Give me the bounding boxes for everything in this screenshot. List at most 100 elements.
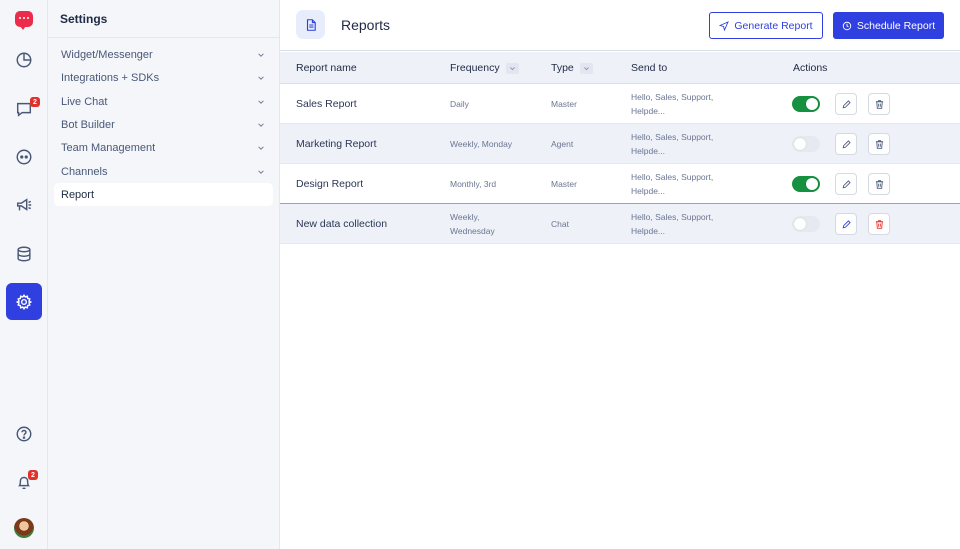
report-enabled-toggle[interactable]	[792, 176, 820, 192]
send-to-line: Helpde...	[631, 106, 666, 116]
chevron-down-icon	[258, 169, 264, 174]
frequency-line: Weekly,	[450, 212, 480, 222]
frequency-cell: Weekly, Monday	[450, 137, 512, 151]
divider	[48, 37, 280, 38]
report-name: Sales Report	[296, 98, 357, 110]
table-row[interactable]: Design Report Monthly, 3rd Master Hello,…	[280, 164, 960, 204]
frequency-line: Daily	[450, 99, 469, 109]
column-header-send-to: Send to	[631, 62, 667, 74]
column-header-actions: Actions	[793, 62, 827, 74]
notifications-bell-icon[interactable]: 2	[6, 464, 42, 500]
chevron-down-icon	[258, 52, 264, 57]
send-to-cell: Hello, Sales, Support, Helpde...	[631, 170, 713, 198]
menu-item-integrations[interactable]: Integrations + SDKs	[54, 66, 273, 89]
report-enabled-toggle[interactable]	[792, 96, 820, 112]
settings-sidebar: Settings Widget/Messenger Integrations +…	[48, 0, 280, 549]
report-name: Design Report	[296, 178, 364, 190]
type-cell: Master	[551, 99, 577, 109]
menu-item-team-management[interactable]: Team Management	[54, 136, 273, 159]
type-cell: Master	[551, 179, 577, 189]
send-to-line: Hello, Sales, Support,	[631, 212, 714, 222]
menu-item-label: Integrations + SDKs	[61, 71, 160, 84]
send-to-line: Helpde...	[631, 226, 666, 236]
send-to-cell: Hello, Sales, Support, Helpde...	[631, 130, 713, 158]
delete-button[interactable]	[868, 133, 890, 155]
type-cell: Agent	[551, 139, 574, 149]
app-logo-icon[interactable]	[15, 11, 33, 30]
column-header-type[interactable]: Type	[551, 62, 593, 74]
chat-icon[interactable]: 2	[6, 91, 42, 127]
settings-title: Settings	[60, 12, 108, 26]
sort-chevron-icon[interactable]	[579, 62, 593, 74]
trash-icon	[875, 219, 883, 229]
document-icon	[296, 10, 325, 39]
report-enabled-toggle[interactable]	[792, 216, 820, 232]
database-icon[interactable]	[6, 236, 42, 272]
column-label: Actions	[793, 62, 828, 74]
column-header-frequency[interactable]: Frequency	[450, 62, 519, 74]
delete-button[interactable]	[868, 213, 890, 235]
user-avatar[interactable]	[14, 518, 34, 538]
bot-icon[interactable]	[6, 139, 42, 175]
send-to-line: Hello, Sales, Support,	[631, 172, 714, 182]
column-label: Type	[551, 62, 574, 74]
column-label: Report name	[296, 62, 357, 74]
delete-button[interactable]	[868, 93, 890, 115]
table-row[interactable]: New data collection Weekly, Wednesday Cha…	[280, 203, 960, 244]
trash-icon	[875, 139, 883, 149]
send-to-line: Helpde...	[631, 146, 666, 156]
schedule-report-button[interactable]: Schedule Report	[833, 12, 944, 39]
edit-button[interactable]	[835, 93, 857, 115]
chevron-down-icon	[258, 99, 264, 104]
table-row[interactable]: Sales Report Daily Master Hello, Sales, …	[280, 84, 960, 124]
clock-icon	[842, 21, 852, 30]
table-header: Report name Frequency Type Send to Actio…	[280, 52, 960, 84]
menu-item-bot-builder[interactable]: Bot Builder	[54, 113, 273, 136]
menu-item-widget-messenger[interactable]: Widget/Messenger	[54, 43, 273, 66]
icon-rail: 2 2	[0, 0, 48, 549]
menu-item-label: Live Chat	[61, 95, 108, 108]
chevron-down-icon	[258, 122, 264, 127]
table-row[interactable]: Marketing Report Weekly, Monday Agent He…	[280, 124, 960, 164]
send-to-cell: Hello, Sales, Support, Helpde...	[631, 90, 713, 118]
menu-item-channels[interactable]: Channels	[54, 160, 273, 183]
edit-button[interactable]	[835, 133, 857, 155]
chat-badge: 2	[30, 97, 40, 107]
report-name: New data collection	[296, 218, 388, 230]
delete-button[interactable]	[868, 173, 890, 195]
column-label: Frequency	[450, 62, 500, 74]
menu-item-label: Channels	[61, 165, 108, 178]
page-header: Reports Generate Report Schedule Report	[280, 0, 960, 51]
frequency-line: Monthly, 3rd	[450, 179, 497, 189]
menu-item-label: Team Management	[61, 141, 156, 154]
generate-report-label: Generate Report	[734, 19, 813, 32]
analytics-icon[interactable]	[6, 42, 42, 78]
help-icon[interactable]	[6, 416, 42, 452]
frequency-line: Weekly, Monday	[450, 139, 513, 149]
campaign-megaphone-icon[interactable]	[6, 187, 42, 223]
generate-report-button[interactable]: Generate Report	[709, 12, 823, 39]
edit-button[interactable]	[835, 213, 857, 235]
frequency-line: Wednesday	[450, 226, 495, 236]
edit-button[interactable]	[835, 173, 857, 195]
report-name: Marketing Report	[296, 138, 377, 150]
sort-chevron-icon[interactable]	[505, 62, 519, 74]
send-to-line: Helpde...	[631, 186, 666, 196]
frequency-cell: Daily	[450, 97, 469, 111]
frequency-cell: Weekly, Wednesday	[450, 210, 495, 238]
report-enabled-toggle[interactable]	[792, 136, 820, 152]
menu-item-live-chat[interactable]: Live Chat	[54, 90, 273, 113]
column-label: Send to	[631, 62, 668, 74]
pencil-icon	[842, 219, 851, 228]
frequency-cell: Monthly, 3rd	[450, 177, 496, 191]
pencil-icon	[842, 139, 851, 148]
chevron-down-icon	[258, 145, 264, 150]
menu-item-label: Bot Builder	[61, 118, 115, 131]
menu-item-report[interactable]: Report	[54, 183, 273, 206]
send-to-line: Hello, Sales, Support,	[631, 132, 714, 142]
notification-badge: 2	[28, 470, 38, 480]
type-cell: Chat	[551, 219, 569, 229]
send-to-cell: Hello, Sales, Support, Helpde...	[631, 210, 713, 238]
pencil-icon	[842, 99, 851, 108]
settings-gear-icon[interactable]	[6, 283, 42, 320]
